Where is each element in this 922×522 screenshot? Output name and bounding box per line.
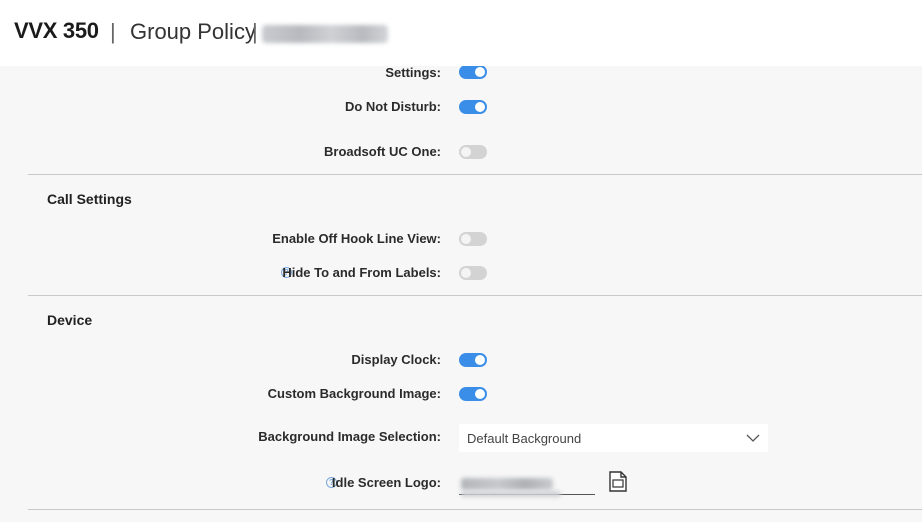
idle-screen-logo-field[interactable]	[459, 476, 595, 497]
do-not-disturb-label: Do Not Disturb:	[344, 99, 441, 114]
page-title-policy: Group Policy	[130, 19, 256, 44]
section-title-device: Device	[47, 312, 93, 328]
chevron-down-icon	[746, 434, 760, 442]
toggle-knob	[461, 268, 471, 278]
broadsoft-uc-one-label: Broadsoft UC One:	[324, 144, 441, 159]
toggle-knob	[461, 234, 471, 244]
custom-background-image-label: Custom Background Image:	[267, 386, 441, 401]
page-title-model: VVX 350	[14, 18, 99, 43]
toggle-knob	[475, 67, 485, 77]
background-image-select[interactable]: Default Background	[459, 424, 768, 452]
do-not-disturb-toggle[interactable]	[459, 100, 487, 114]
title-separator: |	[110, 19, 116, 44]
settings-toggle[interactable]	[459, 66, 487, 79]
display-clock-label: Display Clock:	[351, 352, 441, 367]
section-divider	[28, 295, 922, 296]
toggle-knob	[475, 355, 485, 365]
hide-to-from-labels-label: Hide To and From Labels:	[282, 265, 441, 280]
settings-label: Settings:	[385, 66, 441, 80]
section-divider	[28, 509, 922, 510]
page-header: VVX 350 | Group Policy |	[0, 0, 922, 66]
idle-screen-logo-label: Idle Screen Logo:	[331, 475, 441, 490]
title-separator-2: |	[252, 19, 258, 44]
redacted-logo-filename-underline	[461, 491, 561, 497]
redacted-logo-filename	[461, 478, 553, 490]
display-clock-toggle[interactable]	[459, 353, 487, 367]
toggle-knob	[475, 102, 485, 112]
enable-off-hook-line-view-toggle[interactable]	[459, 232, 487, 246]
redacted-policy-name	[262, 25, 388, 43]
enable-off-hook-line-view-label: Enable Off Hook Line View:	[272, 231, 441, 246]
broadsoft-uc-one-toggle[interactable]	[459, 145, 487, 159]
toggle-knob	[475, 389, 485, 399]
background-image-selection-label: Background Image Selection:	[258, 429, 441, 444]
toggle-knob	[461, 147, 471, 157]
section-title-call-settings: Call Settings	[47, 191, 132, 207]
hide-to-from-labels-toggle[interactable]	[459, 266, 487, 280]
background-image-select-value: Default Background	[467, 431, 582, 446]
file-icon[interactable]	[606, 470, 630, 494]
section-divider	[28, 174, 922, 175]
settings-content: Settings: Do Not Disturb: Broadsoft UC O…	[0, 66, 922, 522]
custom-background-image-toggle[interactable]	[459, 387, 487, 401]
